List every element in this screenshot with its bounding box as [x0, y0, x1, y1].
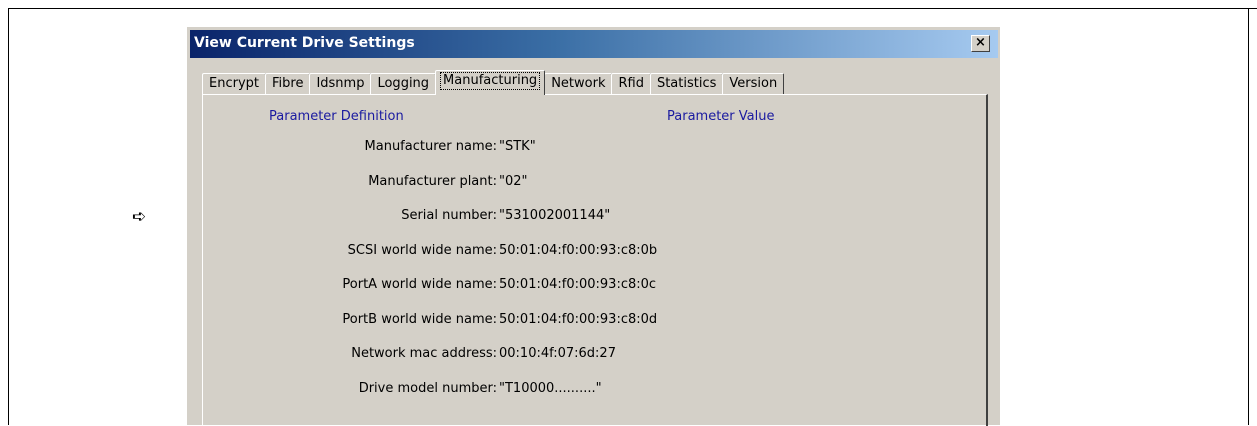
param-value: "531002001144"	[499, 208, 611, 223]
tab-version[interactable]: Version	[722, 73, 785, 95]
close-icon: ×	[975, 35, 986, 50]
page-frame-top	[8, 8, 1257, 9]
tab-manufacturing[interactable]: Manufacturing	[435, 70, 546, 95]
title-bar[interactable]: View Current Drive Settings ×	[190, 30, 998, 58]
param-row: PortB world wide name: 50:01:04:f0:00:93…	[203, 312, 983, 332]
window-title: View Current Drive Settings	[194, 35, 415, 51]
page-frame-right	[1248, 8, 1249, 425]
tab-idsnmp[interactable]: Idsnmp	[309, 73, 372, 95]
column-header-value: Parameter Value	[667, 109, 775, 124]
tab-fibre[interactable]: Fibre	[265, 73, 311, 95]
param-value: 50:01:04:f0:00:93:c8:0d	[499, 312, 658, 327]
param-value: "STK"	[499, 139, 536, 154]
param-value: 00:10:4f:07:6d:27	[499, 346, 616, 361]
param-value: 50:01:04:f0:00:93:c8:0c	[499, 277, 657, 292]
param-row: Drive model number: "T10000.........."	[203, 381, 983, 401]
param-value: "02"	[499, 174, 528, 189]
param-label: Manufacturer name:	[364, 139, 497, 154]
param-label: Manufacturer plant:	[368, 174, 497, 189]
param-row: PortA world wide name: 50:01:04:f0:00:93…	[203, 277, 983, 297]
page-frame-left	[8, 8, 9, 425]
tab-network[interactable]: Network	[544, 73, 613, 95]
param-label: PortA world wide name:	[342, 277, 497, 292]
param-row: Manufacturer name: "STK"	[203, 139, 983, 159]
manufacturing-panel: Parameter Definition Parameter Value Man…	[202, 94, 988, 426]
tab-strip: Encrypt Fibre Idsnmp Logging Manufacturing Ne…	[202, 70, 785, 95]
param-value: "T10000.........."	[499, 381, 602, 396]
tab-rfid[interactable]: Rfid	[611, 73, 651, 95]
param-label: PortB world wide name:	[342, 312, 497, 327]
param-label: Network mac address:	[351, 346, 497, 361]
close-button[interactable]: ×	[971, 35, 990, 52]
tab-encrypt[interactable]: Encrypt	[202, 73, 266, 95]
param-row: Manufacturer plant: "02"	[203, 174, 983, 194]
column-header-definition: Parameter Definition	[269, 109, 404, 124]
param-label: Drive model number:	[358, 381, 497, 396]
tab-statistics[interactable]: Statistics	[649, 73, 724, 95]
param-row: SCSI world wide name: 50:01:04:f0:00:93:…	[203, 243, 983, 263]
param-value: 50:01:04:f0:00:93:c8:0b	[499, 243, 658, 258]
param-row: Serial number: "531002001144"	[203, 208, 983, 228]
drive-settings-dialog: View Current Drive Settings × Encrypt Fib…	[187, 27, 1000, 426]
param-row: Network mac address: 00:10:4f:07:6d:27	[203, 346, 983, 366]
pointer-arrow-icon: ➪	[132, 207, 147, 227]
param-label: Serial number:	[401, 208, 497, 223]
tab-logging[interactable]: Logging	[370, 73, 437, 95]
param-label: SCSI world wide name:	[347, 243, 497, 258]
